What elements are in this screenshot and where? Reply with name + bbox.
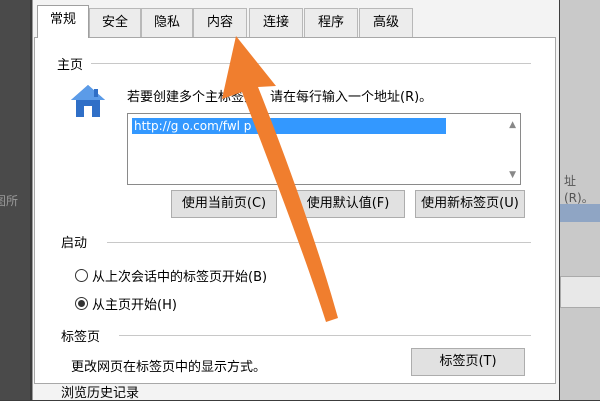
tab-privacy[interactable]: 隐私	[141, 8, 193, 37]
radio-homepage-label: 从主页开始(H)	[92, 298, 177, 313]
radio-last-session-label: 从上次会话中的标签页开始(B)	[92, 270, 268, 285]
background-window-right: 址(R)。	[560, 0, 600, 400]
use-default-button[interactable]: 使用默认值(F)	[291, 190, 405, 218]
tab-general[interactable]: 常规	[37, 5, 89, 38]
tab-advanced[interactable]: 高级	[359, 8, 413, 37]
homepage-url-value: http://g o.com/fwl p	[132, 118, 446, 134]
use-new-tab-button[interactable]: 使用新标签页(U)	[415, 190, 525, 218]
background-bar	[560, 204, 600, 222]
homepage-section-title: 主页	[57, 58, 84, 73]
radio-last-session[interactable]: 从上次会话中的标签页开始(B)	[75, 266, 267, 285]
radio-homepage-indicator[interactable]	[75, 297, 88, 310]
startup-section-title: 启动	[61, 236, 88, 251]
history-section-title: 浏览历史记录	[61, 386, 140, 401]
internet-options-dialog: 常规 安全 隐私 内容 连接 程序 高级 主页 若要创建多个主标签页，请在每行输…	[32, 0, 559, 401]
background-text-right: 址(R)。	[564, 174, 594, 205]
tab-connections[interactable]: 连接	[249, 8, 303, 37]
background-text-left: 图所	[0, 194, 19, 208]
background-window-left: 图所	[0, 0, 30, 400]
home-icon	[71, 85, 105, 117]
scroll-up-icon[interactable]: ▲	[509, 120, 516, 130]
tabs-divider	[119, 335, 531, 336]
startup-divider	[107, 242, 531, 243]
use-current-button[interactable]: 使用当前页(C)	[171, 190, 277, 218]
tabs-settings-button[interactable]: 标签页(T)	[411, 348, 525, 376]
general-tab-panel: 主页 若要创建多个主标签页，请在每行输入一个地址(R)。 http://g o.…	[34, 37, 556, 401]
tab-programs[interactable]: 程序	[304, 8, 358, 37]
radio-homepage[interactable]: 从主页开始(H)	[75, 294, 177, 313]
tab-security[interactable]: 安全	[89, 8, 141, 37]
homepage-url-textarea[interactable]: http://g o.com/fwl p ▲ ▼	[127, 113, 521, 185]
tabs-section-title: 标签页	[61, 330, 101, 345]
scroll-down-icon[interactable]: ▼	[509, 170, 516, 180]
radio-last-session-indicator[interactable]	[75, 269, 88, 282]
tabs-description: 更改网页在标签页中的显示方式。	[71, 360, 267, 375]
tab-content[interactable]: 内容	[193, 8, 247, 37]
homepage-divider	[91, 63, 531, 64]
homepage-description: 若要创建多个主标签页，请在每行输入一个地址(R)。	[127, 90, 433, 105]
background-box	[560, 276, 600, 308]
